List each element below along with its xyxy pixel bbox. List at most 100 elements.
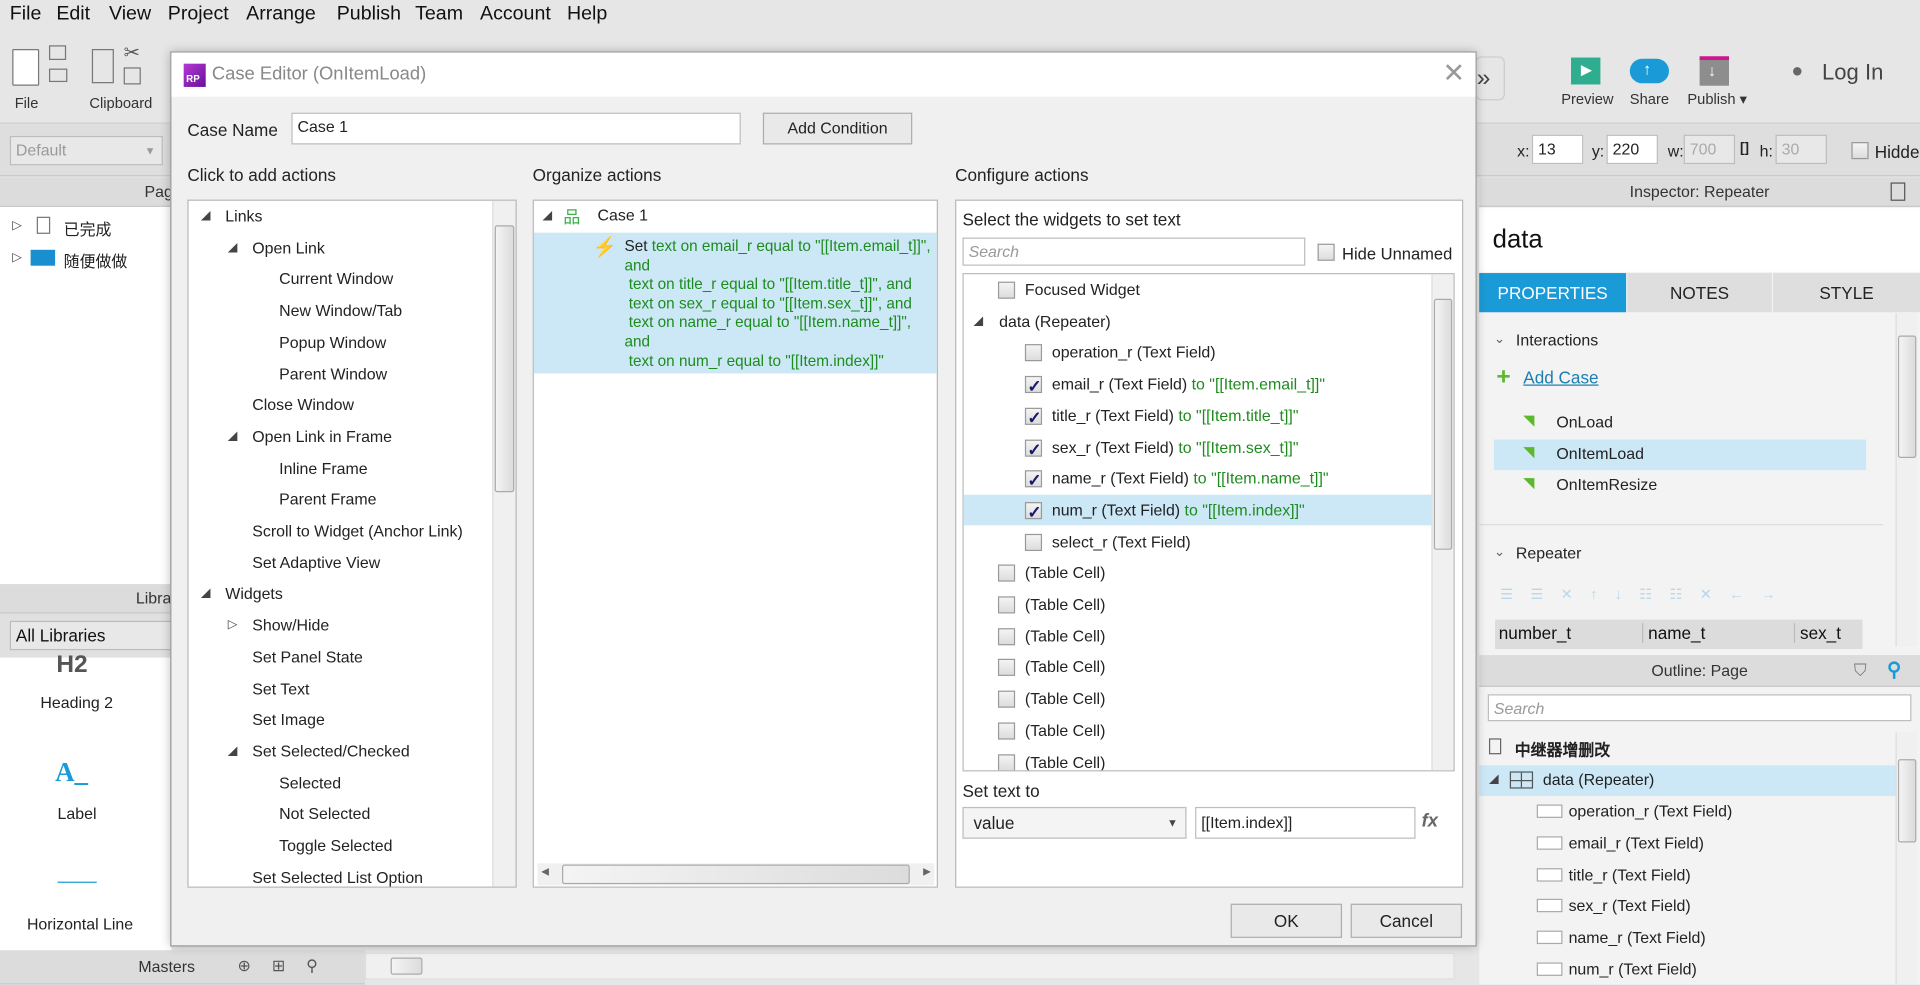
chevron-down-icon[interactable]: ⌄ bbox=[1494, 544, 1505, 560]
lock-aspect-icon[interactable]: [] bbox=[1740, 141, 1749, 156]
action-node[interactable]: ⚡ Set text on email_r equal to "[[Item.e… bbox=[533, 232, 937, 374]
action-item[interactable]: New Window/Tab bbox=[189, 295, 493, 326]
widget-name-input[interactable]: data bbox=[1493, 225, 1543, 254]
set-text-type-select[interactable]: value ▼ bbox=[962, 806, 1187, 839]
case-name-input[interactable]: Case 1 bbox=[291, 112, 741, 145]
collapse-arrow-icon[interactable]: ◢ bbox=[542, 209, 551, 222]
library-widget[interactable]: Horizontal Line bbox=[27, 915, 133, 933]
action-item[interactable]: Popup Window bbox=[189, 327, 493, 358]
event-onitemresize[interactable]: OnItemResize bbox=[1556, 476, 1657, 494]
hide-unnamed-checkbox[interactable] bbox=[1317, 243, 1335, 261]
publish-button[interactable]: Publish ▾ bbox=[1687, 91, 1747, 108]
menu-item-account[interactable]: Account bbox=[480, 4, 551, 26]
action-item[interactable]: ▷ Show/Hide bbox=[189, 610, 493, 641]
action-item[interactable]: Toggle Selected bbox=[189, 830, 493, 861]
interactions-section[interactable]: Interactions bbox=[1516, 331, 1598, 349]
widget-row[interactable]: sex_r (Text Field) to "[[Item.sex_t]]" bbox=[964, 432, 1432, 465]
cut-icon[interactable]: ✂ bbox=[124, 40, 140, 64]
menu-item-file[interactable]: File bbox=[10, 4, 42, 26]
outline-item[interactable]: sex_r (Text Field) bbox=[1569, 897, 1691, 915]
actions-scrollbar[interactable] bbox=[492, 200, 516, 887]
action-item[interactable]: Selected bbox=[189, 767, 493, 798]
action-item[interactable]: ◢ Links bbox=[189, 201, 493, 232]
action-item[interactable]: ◢ Set Selected/Checked bbox=[189, 736, 493, 767]
preview-button[interactable]: Preview bbox=[1561, 91, 1613, 108]
widget-checkbox[interactable] bbox=[997, 564, 1016, 582]
expand-arrow-icon[interactable]: ▷ bbox=[12, 251, 21, 264]
action-item[interactable]: Set Text bbox=[189, 673, 493, 704]
tab-notes[interactable]: NOTES bbox=[1627, 273, 1772, 313]
widget-checkbox[interactable] bbox=[1024, 466, 1043, 496]
menu-item-project[interactable]: Project bbox=[168, 4, 229, 26]
widget-checkbox[interactable] bbox=[997, 281, 1016, 299]
action-item[interactable]: Current Window bbox=[189, 264, 493, 295]
widget-list-scrollbar[interactable] bbox=[1431, 274, 1454, 771]
widget-row[interactable]: Focused Widget bbox=[964, 274, 1432, 305]
outline-row-repeater[interactable] bbox=[1479, 765, 1896, 796]
outline-item[interactable]: num_r (Text Field) bbox=[1569, 960, 1697, 978]
w-input[interactable]: 700 bbox=[1683, 134, 1736, 165]
expand-arrow-icon[interactable]: ▷ bbox=[12, 219, 21, 232]
x-input[interactable]: 13 bbox=[1531, 134, 1584, 165]
menu-item-edit[interactable]: Edit bbox=[56, 4, 90, 26]
column-header[interactable]: name_t bbox=[1648, 623, 1796, 643]
add-folder-icon[interactable]: ⊞ bbox=[272, 951, 285, 980]
library-widget[interactable]: Heading 2 bbox=[40, 693, 113, 711]
widget-checkbox[interactable] bbox=[1024, 497, 1043, 528]
event-onitemload[interactable]: OnItemLoad bbox=[1556, 444, 1644, 462]
save-icon[interactable] bbox=[48, 45, 67, 61]
libraries-select[interactable]: All Libraries bbox=[9, 620, 176, 651]
share-cloud-icon[interactable]: ↑ bbox=[1629, 58, 1669, 84]
action-item[interactable]: Inline Frame bbox=[189, 453, 493, 484]
open-folder-icon[interactable] bbox=[48, 68, 68, 83]
ok-button[interactable]: OK bbox=[1230, 903, 1343, 938]
widget-row[interactable]: (Table Cell) bbox=[964, 715, 1432, 746]
outline-scrollbar[interactable] bbox=[1895, 732, 1918, 985]
widget-row[interactable]: (Table Cell) bbox=[964, 652, 1432, 683]
widget-row[interactable]: num_r (Text Field) to "[[Item.index]]" bbox=[963, 494, 1432, 528]
action-item[interactable]: Scroll to Widget (Anchor Link) bbox=[189, 516, 493, 547]
action-item[interactable]: Set Adaptive View bbox=[189, 547, 493, 578]
widget-row[interactable]: title_r (Text Field) to "[[Item.title_t]… bbox=[964, 400, 1432, 433]
style-select[interactable]: Default ▼ bbox=[9, 135, 163, 166]
widget-checkbox[interactable] bbox=[997, 596, 1016, 614]
h-input[interactable]: 30 bbox=[1775, 134, 1827, 165]
outline-item[interactable]: operation_r (Text Field) bbox=[1569, 802, 1733, 820]
menu-item-team[interactable]: Team bbox=[415, 4, 463, 26]
page-item[interactable]: 已完成 bbox=[64, 217, 112, 240]
widget-row[interactable]: ◢ data (Repeater) bbox=[964, 306, 1432, 337]
fx-button[interactable]: fx bbox=[1422, 811, 1438, 832]
chevron-down-icon[interactable]: ⌄ bbox=[1494, 331, 1505, 347]
menu-item-publish[interactable]: Publish bbox=[337, 4, 401, 26]
widget-checkbox[interactable] bbox=[1024, 434, 1043, 465]
tab-properties[interactable]: PROPERTIES bbox=[1479, 273, 1627, 313]
column-header[interactable]: sex_t bbox=[1800, 623, 1841, 643]
action-item[interactable]: Set Selected List Option bbox=[189, 862, 493, 887]
widget-checkbox[interactable] bbox=[997, 753, 1016, 771]
close-icon[interactable]: ✕ bbox=[1442, 58, 1465, 90]
action-item[interactable]: ◢ Widgets bbox=[189, 578, 493, 609]
add-master-icon[interactable]: ⊕ bbox=[238, 951, 251, 980]
widget-row[interactable]: (Table Cell) bbox=[964, 746, 1432, 771]
copy-icon[interactable] bbox=[91, 48, 114, 84]
collapse-arrow-icon[interactable]: ◢ bbox=[201, 201, 210, 232]
add-case-link[interactable]: Add Case bbox=[1523, 367, 1598, 387]
widget-row[interactable]: (Table Cell) bbox=[964, 683, 1432, 714]
collapse-arrow-icon[interactable]: ◢ bbox=[228, 736, 237, 767]
action-item[interactable]: Set Image bbox=[189, 704, 493, 735]
tab-style[interactable]: STYLE bbox=[1773, 273, 1920, 313]
collapse-arrow-icon[interactable]: ◢ bbox=[1489, 773, 1498, 786]
outline-item[interactable]: email_r (Text Field) bbox=[1569, 834, 1704, 852]
outline-item[interactable]: name_r (Text Field) bbox=[1569, 928, 1706, 946]
action-item[interactable]: Parent Frame bbox=[189, 484, 493, 515]
search-icon[interactable]: ⚲ bbox=[306, 951, 318, 980]
widget-checkbox[interactable] bbox=[1024, 344, 1043, 362]
widget-checkbox[interactable] bbox=[1024, 533, 1043, 551]
collapse-arrow-icon[interactable]: ◢ bbox=[973, 306, 982, 337]
widget-row[interactable]: operation_r (Text Field) bbox=[964, 337, 1432, 368]
page-notes-icon[interactable] bbox=[1890, 182, 1906, 201]
outline-page[interactable]: 中继器增删改 bbox=[1515, 737, 1611, 760]
widget-checkbox[interactable] bbox=[997, 659, 1016, 677]
action-item[interactable]: ◢ Open Link bbox=[189, 232, 493, 263]
cancel-button[interactable]: Cancel bbox=[1350, 903, 1463, 938]
